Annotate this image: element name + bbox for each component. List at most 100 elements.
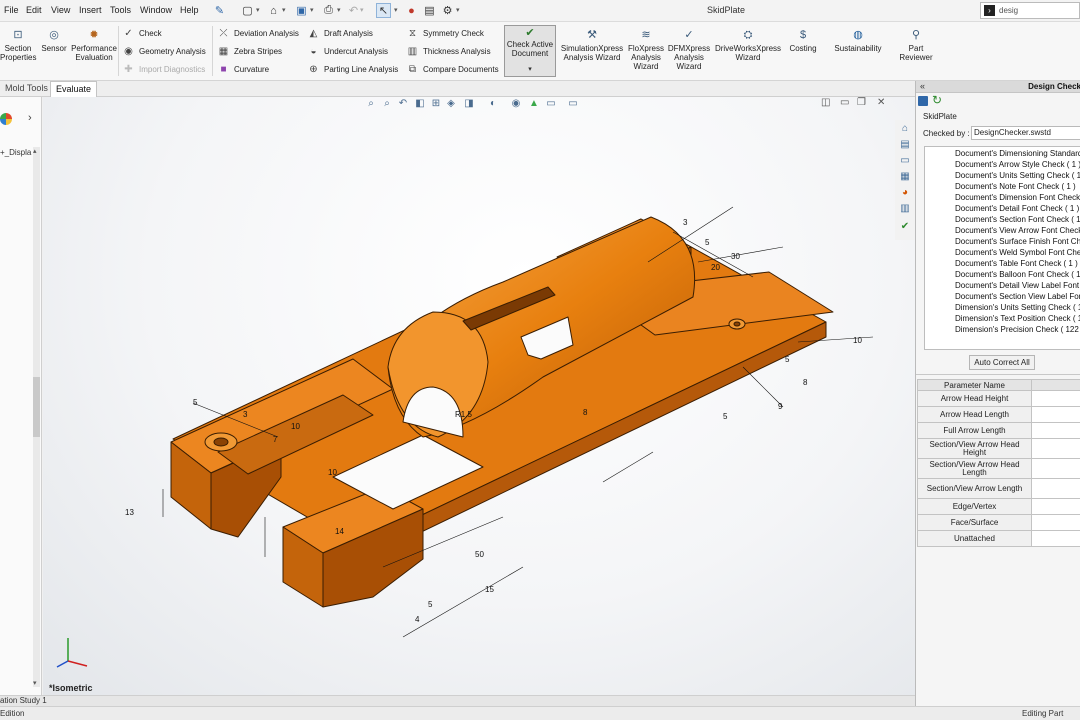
rebuild-icon[interactable]: ● [404, 3, 419, 18]
open-folder-icon[interactable]: ⌂ [266, 3, 281, 18]
import-diagnostics-button[interactable]: ✚ Import Diagnostics [122, 63, 205, 77]
menu-tools[interactable]: Tools [110, 5, 131, 15]
dfmxpress-button[interactable]: ✓ DFMXpress Analysis Wizard [667, 28, 711, 71]
chevron-down-icon[interactable]: ▾ [394, 6, 398, 14]
save-icon[interactable]: ▣ [294, 3, 309, 18]
scroll-up-icon[interactable]: ▴ [33, 147, 37, 155]
list-item[interactable]: Document's Weld Symbol Font Chec [955, 248, 1080, 257]
part-reviewer-button[interactable]: ⚲ Part Reviewer [896, 28, 936, 62]
floxpress-button[interactable]: ≋ FloXpress Analysis Wizard [626, 28, 666, 71]
sustainability-button[interactable]: ◍ Sustainability [830, 28, 886, 53]
save-report-icon[interactable] [918, 96, 928, 106]
chevron-down-icon[interactable]: ▾ [456, 6, 460, 14]
value-cell[interactable] [1031, 458, 1080, 479]
menu-window[interactable]: Window [140, 5, 172, 15]
section-properties-button[interactable]: ⊡ Section Properties [0, 28, 36, 62]
refresh-icon[interactable]: ↻ [932, 93, 942, 107]
check-active-document-button[interactable]: ✔ Check Active Document ▾ [504, 25, 556, 77]
file-properties-icon[interactable]: ▤ [422, 3, 437, 18]
failed-checks-list[interactable]: Document's Dimensioning Standard Documen… [924, 146, 1080, 350]
menu-view[interactable]: View [51, 5, 70, 15]
curvature-button[interactable]: ■ Curvature [217, 63, 269, 77]
list-item[interactable]: Document's Section Font Check ( 1 ) [955, 215, 1080, 224]
pin-icon[interactable]: ✎ [212, 3, 227, 18]
menu-file[interactable]: File [4, 5, 19, 15]
compare-documents-button[interactable]: ⧉ Compare Documents [406, 63, 499, 77]
value-cell[interactable] [1031, 478, 1080, 499]
display-manager-icon[interactable] [0, 113, 12, 125]
options-gear-icon[interactable]: ⚙ [440, 3, 455, 18]
tab-mold-tools[interactable]: Mold Tools [0, 81, 53, 97]
design-library-icon[interactable]: ▤ [898, 138, 912, 152]
performance-evaluation-button[interactable]: ✹ Performance Evaluation [70, 28, 118, 62]
deviation-analysis-button[interactable]: ⤫ Deviation Analysis [217, 27, 299, 41]
list-item[interactable]: Document's Dimension Font Check [955, 193, 1080, 202]
list-item[interactable]: Dimension's Units Setting Check ( 1 [955, 303, 1080, 312]
thickness-analysis-button[interactable]: ▥ Thickness Analysis [406, 45, 491, 59]
parting-line-analysis-button[interactable]: ⊕ Parting Line Analysis [307, 63, 398, 77]
list-item[interactable]: Document's Surface Finish Font Che [955, 237, 1080, 246]
appearances-icon[interactable]: ◕ [898, 186, 912, 200]
scroll-thumb[interactable] [33, 377, 40, 437]
costing-button[interactable]: $ Costing [785, 28, 821, 53]
check-button[interactable]: ✓ Check [122, 27, 161, 41]
driveworksxpress-button[interactable]: ⛭ DriveWorksXpress Wizard [713, 28, 783, 62]
value-cell[interactable] [1031, 498, 1080, 515]
list-item[interactable]: Document's Detail Font Check ( 1 ) [955, 204, 1079, 213]
scroll-down-icon[interactable]: ▾ [33, 679, 37, 687]
list-item[interactable]: Document's Dimensioning Standard [955, 149, 1080, 158]
home-icon[interactable]: ⌂ [898, 122, 912, 136]
chevron-down-icon[interactable]: ▾ [360, 6, 364, 14]
tree-node-display[interactable]: +_Displa [0, 148, 31, 157]
list-item[interactable]: Document's Detail View Label Font [955, 281, 1079, 290]
list-item[interactable]: Document's Table Font Check ( 1 ) [955, 259, 1078, 268]
chevron-right-icon[interactable]: › [28, 112, 32, 124]
custom-properties-icon[interactable]: ▥ [898, 202, 912, 216]
file-explorer-icon[interactable]: ▭ [898, 154, 912, 168]
geometry-analysis-button[interactable]: ◉ Geometry Analysis [122, 45, 206, 59]
list-item[interactable]: Dimension's Precision Check ( 122 ) [955, 325, 1080, 334]
tab-motion-study[interactable]: ation Study 1 [0, 696, 47, 706]
menu-edit[interactable]: Edit [26, 5, 42, 15]
new-document-icon[interactable]: ▢ [240, 3, 255, 18]
zebra-stripes-button[interactable]: ▦ Zebra Stripes [217, 45, 282, 59]
tab-evaluate[interactable]: Evaluate [50, 81, 98, 97]
search-commands-input[interactable]: › desig [980, 2, 1080, 19]
list-item[interactable]: Document's Note Font Check ( 1 ) [955, 182, 1076, 191]
value-cell[interactable] [1031, 514, 1080, 531]
auto-correct-all-button[interactable]: Auto Correct All [969, 355, 1035, 370]
chevron-down-icon[interactable]: ▾ [337, 6, 341, 14]
draft-analysis-button[interactable]: ◭ Draft Analysis [307, 27, 373, 41]
value-cell[interactable] [1031, 406, 1080, 423]
list-item[interactable]: Document's Section View Label Font [955, 292, 1080, 301]
design-checker-tab-icon[interactable]: ✔ [898, 220, 912, 234]
list-item[interactable]: Document's Units Setting Check ( 1 ) [955, 171, 1080, 180]
value-cell[interactable] [1031, 422, 1080, 439]
menu-insert[interactable]: Insert [79, 5, 102, 15]
view-palette-icon[interactable]: ▦ [898, 170, 912, 184]
chevron-down-icon[interactable]: ▾ [505, 65, 555, 74]
chevron-down-icon[interactable]: ▾ [256, 6, 260, 14]
chevron-down-icon[interactable]: ▾ [282, 6, 286, 14]
undo-icon[interactable]: ↶ [346, 3, 361, 18]
skidplate-3d-model[interactable]: 5 30 20 3 10 5 8 9 5 R1.5 8 5 7 10 3 13 … [43, 97, 915, 695]
print-icon[interactable]: ⎙ [321, 3, 336, 18]
list-item[interactable]: Document's Balloon Font Check ( 1 [955, 270, 1080, 279]
undercut-analysis-button[interactable]: ◒ Undercut Analysis [307, 45, 388, 59]
list-item[interactable]: Document's View Arrow Font Check [955, 226, 1080, 235]
value-cell[interactable] [1031, 390, 1080, 407]
menu-help[interactable]: Help [180, 5, 199, 15]
standard-file-select[interactable]: DesignChecker.swstd [971, 126, 1080, 140]
select-cursor-icon[interactable]: ↖ [376, 3, 391, 18]
collapse-panel-icon[interactable]: « [920, 81, 925, 91]
simulationxpress-button[interactable]: ⚒ SimulationXpress Analysis Wizard [560, 28, 624, 62]
graphics-area[interactable]: ⌕ ⌕ ↶ ◧ ⊞ ◈ ◨ ◐ ◉ ▲ ▭ ▭ ◫ ▭ ❐ ✕ 5 30 20 … [43, 97, 915, 695]
sensor-button[interactable]: ◎ Sensor [38, 28, 70, 53]
value-cell[interactable] [1031, 438, 1080, 459]
value-cell[interactable] [1031, 530, 1080, 547]
symmetry-check-button[interactable]: ⧖ Symmetry Check [406, 27, 484, 41]
chevron-down-icon[interactable]: ▾ [310, 6, 314, 14]
tree-scrollbar[interactable]: ▴ ▾ [33, 147, 40, 687]
list-item[interactable]: Dimension's Text Position Check ( 12 [955, 314, 1080, 323]
list-item[interactable]: Document's Arrow Style Check ( 1 ) [955, 160, 1080, 169]
